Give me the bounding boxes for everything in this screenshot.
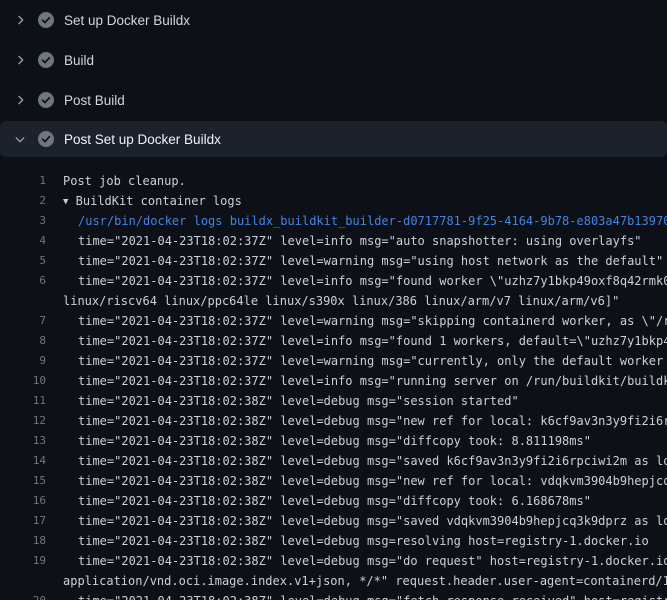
log-line: 12time="2021-04-23T18:02:38Z" level=debu… — [0, 411, 667, 431]
log-line-number[interactable]: 13 — [0, 431, 46, 451]
log-line: 19time="2021-04-23T18:02:38Z" level=debu… — [0, 551, 667, 571]
log-line: 5time="2021-04-23T18:02:37Z" level=warni… — [0, 251, 667, 271]
log-line-number[interactable]: 15 — [0, 471, 46, 491]
log-text: time="2021-04-23T18:02:38Z" level=debug … — [46, 531, 649, 551]
log-line: 13time="2021-04-23T18:02:38Z" level=debu… — [0, 431, 667, 451]
log-line-number[interactable]: 16 — [0, 491, 46, 511]
log-text: time="2021-04-23T18:02:37Z" level=info m… — [46, 371, 667, 391]
log-line-number[interactable]: 5 — [0, 251, 46, 271]
log-line: 7time="2021-04-23T18:02:37Z" level=warni… — [0, 311, 667, 331]
log-output: 1Post job cleanup.2▼ BuildKit container … — [0, 157, 667, 600]
log-line: 17time="2021-04-23T18:02:38Z" level=debu… — [0, 511, 667, 531]
log-line-number[interactable]: 18 — [0, 531, 46, 551]
log-text: time="2021-04-23T18:02:37Z" level=warnin… — [46, 351, 667, 371]
group-collapse-triangle-icon[interactable]: ▼ — [63, 192, 68, 211]
log-text: linux/riscv64 linux/ppc64le linux/s390x … — [46, 291, 619, 311]
log-line-number[interactable]: 10 — [0, 371, 46, 391]
check-circle-icon — [38, 92, 54, 108]
check-circle-icon — [38, 131, 54, 147]
log-line: 10time="2021-04-23T18:02:37Z" level=info… — [0, 371, 667, 391]
log-line-number[interactable]: 17 — [0, 511, 46, 531]
log-line-number[interactable]: 2 — [0, 191, 46, 211]
log-line-number — [0, 291, 46, 311]
steps-list: Set up Docker Buildx Build Post Build Post … — [0, 0, 667, 157]
log-line-number[interactable]: 1 — [0, 171, 46, 191]
step-label: Post Build — [64, 93, 125, 108]
log-line: 4time="2021-04-23T18:02:37Z" level=info … — [0, 231, 667, 251]
log-text: time="2021-04-23T18:02:38Z" level=debug … — [46, 551, 667, 571]
log-line-number[interactable]: 12 — [0, 411, 46, 431]
log-text: Post job cleanup. — [46, 171, 186, 191]
log-line-number[interactable]: 4 — [0, 231, 46, 251]
chevron-right-icon — [12, 92, 28, 108]
step-row-post-set-up-docker-buildx[interactable]: Post Set up Docker Buildx — [0, 121, 667, 157]
log-line-number[interactable]: 14 — [0, 451, 46, 471]
chevron-down-icon — [12, 131, 28, 147]
log-line-number[interactable]: 7 — [0, 311, 46, 331]
log-line-number[interactable]: 20 — [0, 591, 46, 600]
check-circle-icon — [38, 12, 54, 28]
log-text: time="2021-04-23T18:02:38Z" level=debug … — [46, 451, 667, 471]
log-command-text: /usr/bin/docker logs buildx_buildkit_bui… — [46, 211, 667, 231]
log-text: time="2021-04-23T18:02:38Z" level=debug … — [46, 491, 591, 511]
log-line: 16time="2021-04-23T18:02:38Z" level=debu… — [0, 491, 667, 511]
step-row-set-up-docker-buildx[interactable]: Set up Docker Buildx — [0, 0, 667, 40]
log-text: time="2021-04-23T18:02:37Z" level=info m… — [46, 331, 667, 351]
log-text: time="2021-04-23T18:02:38Z" level=debug … — [46, 391, 519, 411]
log-line: 1Post job cleanup. — [0, 171, 667, 191]
step-label: Post Set up Docker Buildx — [64, 132, 221, 147]
log-text: time="2021-04-23T18:02:37Z" level=warnin… — [46, 311, 667, 331]
log-line-number — [0, 571, 46, 591]
log-line: 15time="2021-04-23T18:02:38Z" level=debu… — [0, 471, 667, 491]
log-line: 2▼ BuildKit container logs — [0, 191, 667, 211]
log-text[interactable]: ▼ BuildKit container logs — [46, 191, 242, 211]
log-line: 3/usr/bin/docker logs buildx_buildkit_bu… — [0, 211, 667, 231]
log-text: application/vnd.oci.image.index.v1+json,… — [46, 571, 667, 591]
log-line-number[interactable]: 11 — [0, 391, 46, 411]
log-line: 8time="2021-04-23T18:02:37Z" level=info … — [0, 331, 667, 351]
log-line-continuation: application/vnd.oci.image.index.v1+json,… — [0, 571, 667, 591]
log-line-number[interactable]: 9 — [0, 351, 46, 371]
step-row-post-build[interactable]: Post Build — [0, 80, 667, 120]
step-label: Set up Docker Buildx — [64, 13, 190, 28]
workflow-log-viewer: Set up Docker Buildx Build Post Build Post … — [0, 0, 667, 600]
log-line: 9time="2021-04-23T18:02:37Z" level=warni… — [0, 351, 667, 371]
step-row-build[interactable]: Build — [0, 40, 667, 80]
log-line: 6time="2021-04-23T18:02:37Z" level=info … — [0, 271, 667, 291]
step-label: Build — [64, 53, 94, 68]
log-line-number[interactable]: 6 — [0, 271, 46, 291]
log-line-number[interactable]: 19 — [0, 551, 46, 571]
log-line: 18time="2021-04-23T18:02:38Z" level=debu… — [0, 531, 667, 551]
check-circle-icon — [38, 52, 54, 68]
log-text: time="2021-04-23T18:02:38Z" level=debug … — [46, 411, 667, 431]
log-line-number[interactable]: 3 — [0, 211, 46, 231]
log-text: time="2021-04-23T18:02:37Z" level=info m… — [46, 271, 667, 291]
log-line: 20time="2021-04-23T18:02:38Z" level=debu… — [0, 591, 667, 600]
log-line: 14time="2021-04-23T18:02:38Z" level=debu… — [0, 451, 667, 471]
log-line-number[interactable]: 8 — [0, 331, 46, 351]
log-line: 11time="2021-04-23T18:02:38Z" level=debu… — [0, 391, 667, 411]
log-line-continuation: linux/riscv64 linux/ppc64le linux/s390x … — [0, 291, 667, 311]
chevron-right-icon — [12, 52, 28, 68]
log-text: time="2021-04-23T18:02:38Z" level=debug … — [46, 431, 591, 451]
chevron-right-icon — [12, 12, 28, 28]
log-text: time="2021-04-23T18:02:37Z" level=info m… — [46, 231, 642, 251]
log-text: time="2021-04-23T18:02:38Z" level=debug … — [46, 471, 667, 491]
log-text: time="2021-04-23T18:02:38Z" level=debug … — [46, 511, 667, 531]
log-text: time="2021-04-23T18:02:37Z" level=warnin… — [46, 251, 663, 271]
log-text: time="2021-04-23T18:02:38Z" level=debug … — [46, 591, 667, 600]
